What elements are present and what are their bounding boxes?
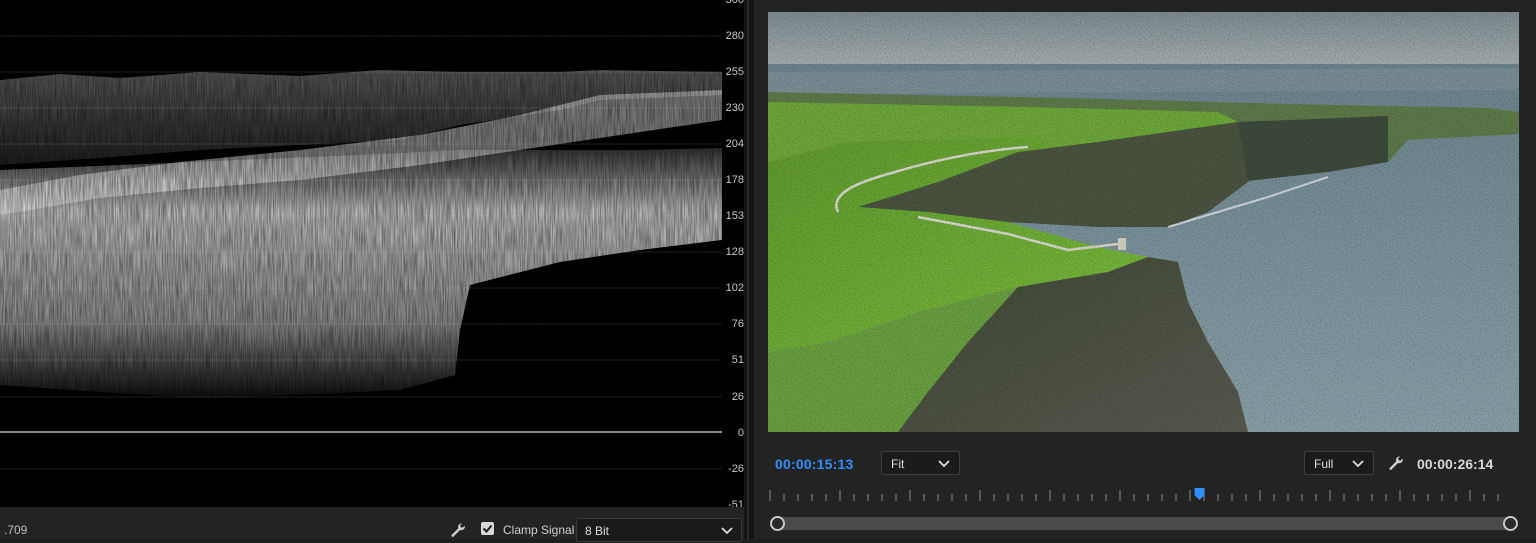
clamp-signal-label: Clamp Signal: [503, 523, 575, 537]
playhead-marker-icon[interactable]: [1194, 488, 1205, 500]
panel-divider[interactable]: [744, 0, 754, 539]
scale-label-51: 51: [731, 354, 744, 366]
scale-label-128: 128: [725, 246, 744, 258]
waveform-scale: 300 280 255 230 204 178 153 128 102 76 5…: [722, 0, 744, 511]
zoom-handle-end[interactable]: [1503, 516, 1518, 531]
chevron-down-icon: [938, 460, 950, 468]
chevron-down-icon: [721, 527, 733, 535]
program-monitor: 00:00:15:13 Fit Full 00:00:26:14: [754, 0, 1536, 539]
scale-label-204: 204: [725, 138, 744, 150]
luma-waveform: [0, 0, 722, 507]
wrench-icon[interactable]: [1388, 455, 1404, 471]
clamp-signal-checkbox[interactable]: [481, 522, 494, 535]
zoom-level-value: Fit: [891, 457, 905, 471]
current-timecode[interactable]: 00:00:15:13: [775, 456, 853, 472]
color-standard-label: .709: [4, 523, 28, 537]
playback-resolution-dropdown[interactable]: Full: [1304, 451, 1374, 475]
scale-label-230: 230: [725, 102, 744, 114]
wrench-icon[interactable]: [450, 522, 466, 538]
zoom-level-dropdown[interactable]: Fit: [881, 451, 960, 475]
scale-label-neg26: -26: [728, 463, 744, 475]
time-ruler[interactable]: [768, 488, 1512, 504]
scale-label-0: 0: [737, 427, 744, 439]
scale-label-26: 26: [731, 391, 744, 403]
scale-label-300: 300: [725, 0, 744, 6]
duration-timecode: 00:00:26:14: [1417, 456, 1494, 472]
checkmark-icon: [482, 524, 493, 533]
scope-toolbar: .709 Clamp Signal 8 Bit: [0, 507, 744, 542]
zoom-scroll-bar[interactable]: [770, 516, 1518, 531]
scale-label-280: 280: [725, 30, 744, 42]
lumetri-scope-panel: 300 280 255 230 204 178 153 128 102 76 5…: [0, 0, 744, 542]
scale-label-102: 102: [725, 282, 744, 294]
scale-label-255: 255: [725, 66, 744, 78]
scale-label-76: 76: [731, 318, 744, 330]
video-frame: [768, 12, 1519, 432]
bit-depth-value: 8 Bit: [585, 524, 610, 538]
scale-label-153: 153: [725, 210, 744, 222]
playback-resolution-value: Full: [1314, 457, 1334, 471]
bit-depth-select[interactable]: 8 Bit: [576, 518, 742, 542]
zoom-handle-start[interactable]: [770, 516, 785, 531]
chevron-down-icon: [1352, 460, 1364, 468]
scale-label-178: 178: [725, 174, 744, 186]
